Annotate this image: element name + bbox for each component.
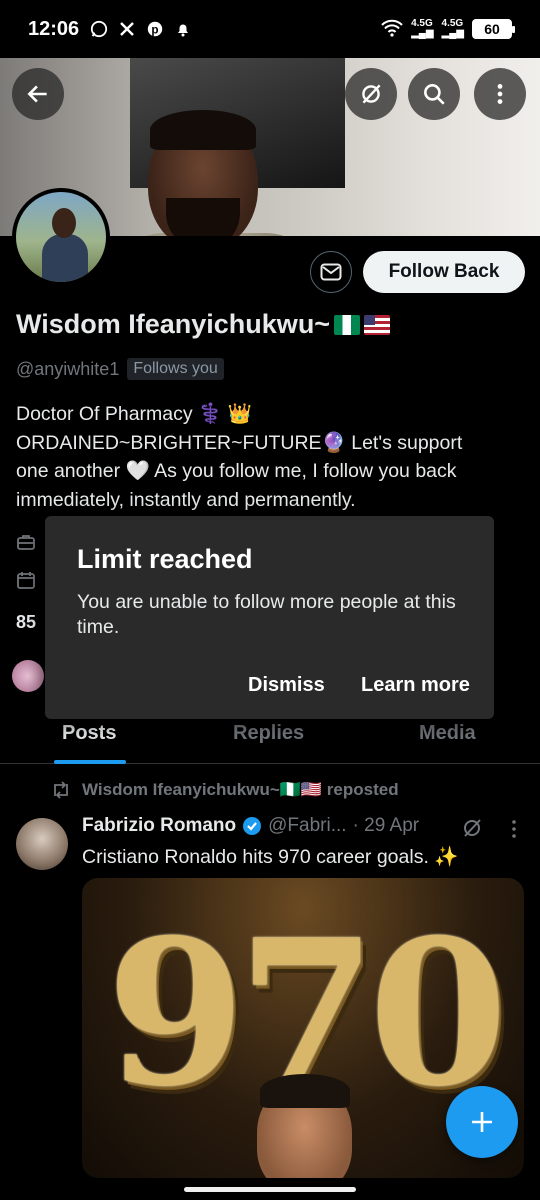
home-gesture-bar[interactable] [184, 1187, 356, 1192]
bio-line: immediately, instantly and permanently. [16, 488, 356, 511]
handle-row: @anyiwhite1 Follows you [16, 358, 224, 380]
tab-media[interactable]: Media [419, 722, 476, 745]
post-header: Fabrizio Romano @Fabri... · 29 Apr [82, 815, 419, 837]
pinterest-icon: p [145, 19, 165, 39]
status-bar: 12:06 p 4.5G ▂▄▆ 4.5G ▂▄▆ 60 [0, 0, 540, 58]
active-tab-indicator [54, 760, 126, 764]
verified-badge-icon [243, 817, 262, 835]
back-button[interactable] [12, 68, 64, 120]
dismiss-button[interactable]: Dismiss [248, 674, 325, 697]
nigeria-flag-icon [334, 314, 361, 335]
more-options-button[interactable] [474, 68, 526, 120]
limit-reached-dialog: Limit reached You are unable to follow m… [45, 516, 494, 719]
compose-post-button[interactable] [446, 1086, 518, 1158]
dialog-body: You are unable to follow more people at … [77, 591, 456, 638]
followers-you-know-avatar[interactable] [12, 660, 44, 692]
post-text: Cristiano Ronaldo hits 970 career goals.… [82, 846, 459, 868]
bell-icon [173, 19, 193, 39]
more-vertical-icon [497, 84, 503, 104]
post-more-icon[interactable] [506, 818, 522, 840]
search-icon [424, 84, 445, 105]
arrow-left-icon [27, 85, 47, 103]
follow-back-button[interactable]: Follow Back [363, 251, 525, 293]
profile-bio: Doctor Of Pharmacy ⚕️ 👑 ORDAINED~BRIGHTE… [16, 400, 526, 514]
post-author-name[interactable]: Fabrizio Romano [82, 815, 236, 837]
repost-indicator: Wisdom Ifeanyichukwu~🇳🇬🇺🇸 reposted [50, 780, 399, 800]
usa-flag-icon [364, 314, 391, 335]
search-button[interactable] [408, 68, 460, 120]
plus-icon [472, 1112, 492, 1132]
grok-button[interactable] [345, 68, 397, 120]
wifi-icon [381, 19, 403, 40]
envelope-icon [320, 263, 342, 281]
tab-posts[interactable]: Posts [62, 722, 116, 745]
calendar-icon [17, 572, 35, 589]
profile-handle: @anyiwhite1 [16, 358, 120, 379]
learn-more-button[interactable]: Learn more [361, 674, 470, 697]
post-author-avatar[interactable] [16, 818, 68, 870]
repost-label: Wisdom Ifeanyichukwu~🇳🇬🇺🇸 reposted [82, 780, 399, 799]
profile-name: Wisdom Ifeanyichukwu~ [16, 309, 391, 340]
network-signal-2: 4.5G ▂▄▆ [441, 18, 464, 39]
svg-text:p: p [152, 24, 159, 37]
message-button[interactable] [310, 251, 352, 293]
post-author-handle[interactable]: @Fabri... [268, 815, 346, 837]
battery-icon: 60 [472, 19, 515, 39]
dialog-title: Limit reached [77, 544, 253, 574]
network-signal-1: 4.5G ▂▄▆ [411, 18, 434, 39]
profile-name-text: Wisdom Ifeanyichukwu~ [16, 309, 331, 339]
profile-avatar[interactable] [12, 188, 110, 286]
x-icon [117, 19, 137, 39]
following-count[interactable]: 85 [16, 612, 36, 633]
briefcase-icon [17, 535, 35, 550]
profile-tabs: Posts Replies Media [0, 712, 540, 764]
post-date: · 29 Apr [352, 815, 420, 836]
bio-line: ORDAINED~BRIGHTER~FUTURE🔮 Let's support [16, 431, 463, 454]
follows-you-badge: Follows you [127, 358, 224, 380]
status-time: 12:06 [28, 17, 80, 40]
bio-line: Doctor Of Pharmacy ⚕️ 👑 [16, 403, 253, 425]
whatsapp-icon [89, 19, 109, 39]
bio-line: one another 🤍 As you follow me, I follow… [16, 460, 457, 482]
tab-replies[interactable]: Replies [233, 722, 304, 745]
repost-icon [54, 781, 68, 799]
grok-icon [362, 84, 381, 104]
grok-icon[interactable] [460, 816, 484, 840]
